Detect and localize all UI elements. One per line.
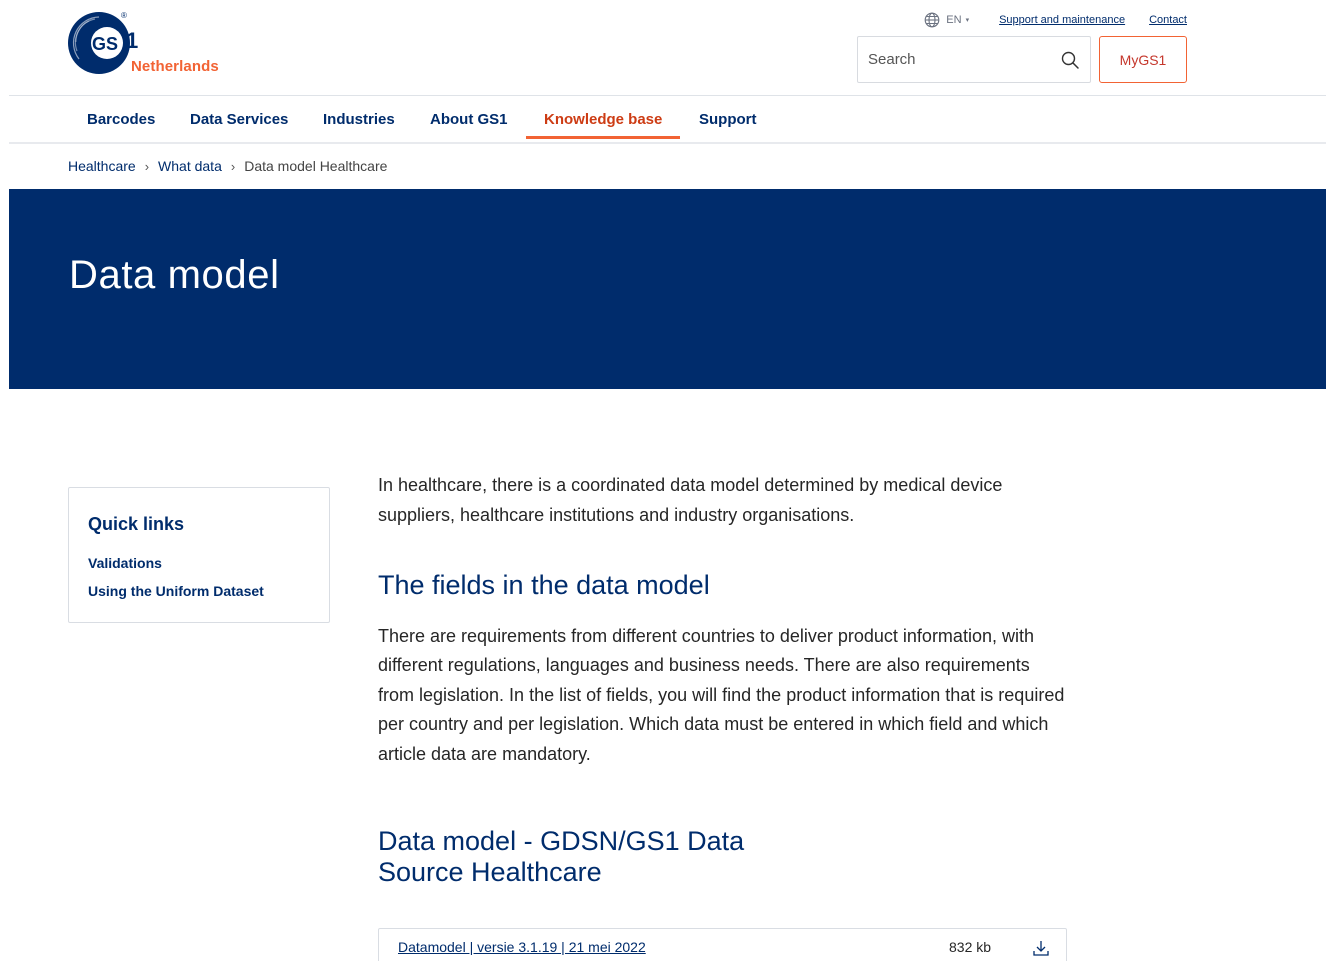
breadcrumb-what-data-link[interactable]: What data bbox=[158, 158, 222, 174]
intro-paragraph: In healthcare, there is a coordinated da… bbox=[378, 475, 1003, 525]
svg-text:GS: GS bbox=[92, 34, 118, 54]
chevron-right-icon: › bbox=[144, 158, 150, 174]
breadcrumb-healthcare-link[interactable]: Healthcare bbox=[68, 158, 136, 174]
nav-item-data-services[interactable]: Data Services bbox=[172, 96, 306, 142]
download-icon[interactable] bbox=[1032, 939, 1050, 957]
globe-icon bbox=[924, 12, 940, 28]
hero-banner: Data model bbox=[9, 189, 1326, 389]
section-heading-gdsn: Data model - GDSN/GS1 Data Source Health… bbox=[378, 826, 745, 888]
mygs1-button[interactable]: MyGS1 bbox=[1099, 36, 1187, 83]
nav-item-industries[interactable]: Industries bbox=[305, 96, 413, 142]
nav-item-support[interactable]: Support bbox=[681, 96, 775, 142]
gs1-logo-mark-icon: GS bbox=[68, 12, 130, 74]
nav-item-knowledge-base[interactable]: Knowledge base bbox=[526, 96, 681, 142]
download-row: Datamodel | versie 3.1.19 | 21 mei 2022 … bbox=[378, 928, 1067, 961]
fields-paragraph: There are requirements from different co… bbox=[378, 626, 1065, 764]
article-content: In healthcare, there is a coordinated da… bbox=[378, 470, 1078, 888]
chevron-down-icon: ▾ bbox=[965, 17, 970, 24]
search-icon[interactable] bbox=[1060, 50, 1080, 70]
support-maintenance-link[interactable]: Support and maintenance bbox=[999, 14, 1125, 26]
file-size: 832 kb bbox=[949, 939, 992, 955]
main-navigation: Barcodes Data Services Industries About … bbox=[9, 96, 1326, 144]
contact-link[interactable]: Contact bbox=[1149, 14, 1187, 26]
search-box bbox=[857, 36, 1091, 83]
language-selector[interactable]: EN ▾ bbox=[924, 12, 969, 28]
search-input[interactable] bbox=[868, 51, 1058, 68]
logo-country-label: Netherlands bbox=[131, 58, 219, 75]
registered-mark: ® bbox=[121, 11, 127, 20]
quick-link-uniform-dataset[interactable]: Using the Uniform Dataset bbox=[88, 583, 310, 599]
quick-links-title: Quick links bbox=[88, 514, 185, 534]
breadcrumb: Healthcare › What data › Data model Heal… bbox=[68, 158, 387, 174]
gs1-logo-digit: 1 bbox=[126, 28, 139, 53]
gs1-logo[interactable]: GS 1 ® Netherlands bbox=[67, 11, 237, 77]
quick-link-validations[interactable]: Validations bbox=[88, 555, 310, 571]
chevron-right-icon: › bbox=[230, 158, 236, 174]
language-label: EN bbox=[946, 14, 962, 26]
page-title: Data model bbox=[69, 253, 280, 297]
site-header: GS 1 ® Netherlands EN ▾ Support and main… bbox=[0, 0, 1331, 96]
section-heading-fields: The fields in the data model bbox=[378, 570, 710, 600]
utility-bar: EN ▾ Support and maintenance Contact bbox=[924, 10, 1187, 30]
breadcrumb-current: Data model Healthcare bbox=[244, 158, 388, 174]
nav-item-barcodes[interactable]: Barcodes bbox=[69, 96, 173, 142]
quick-links-panel: Quick links Validations Using the Unifor… bbox=[68, 487, 330, 623]
download-link[interactable]: Datamodel | versie 3.1.19 | 21 mei 2022 bbox=[398, 939, 646, 955]
nav-item-about-gs1[interactable]: About GS1 bbox=[412, 96, 526, 142]
